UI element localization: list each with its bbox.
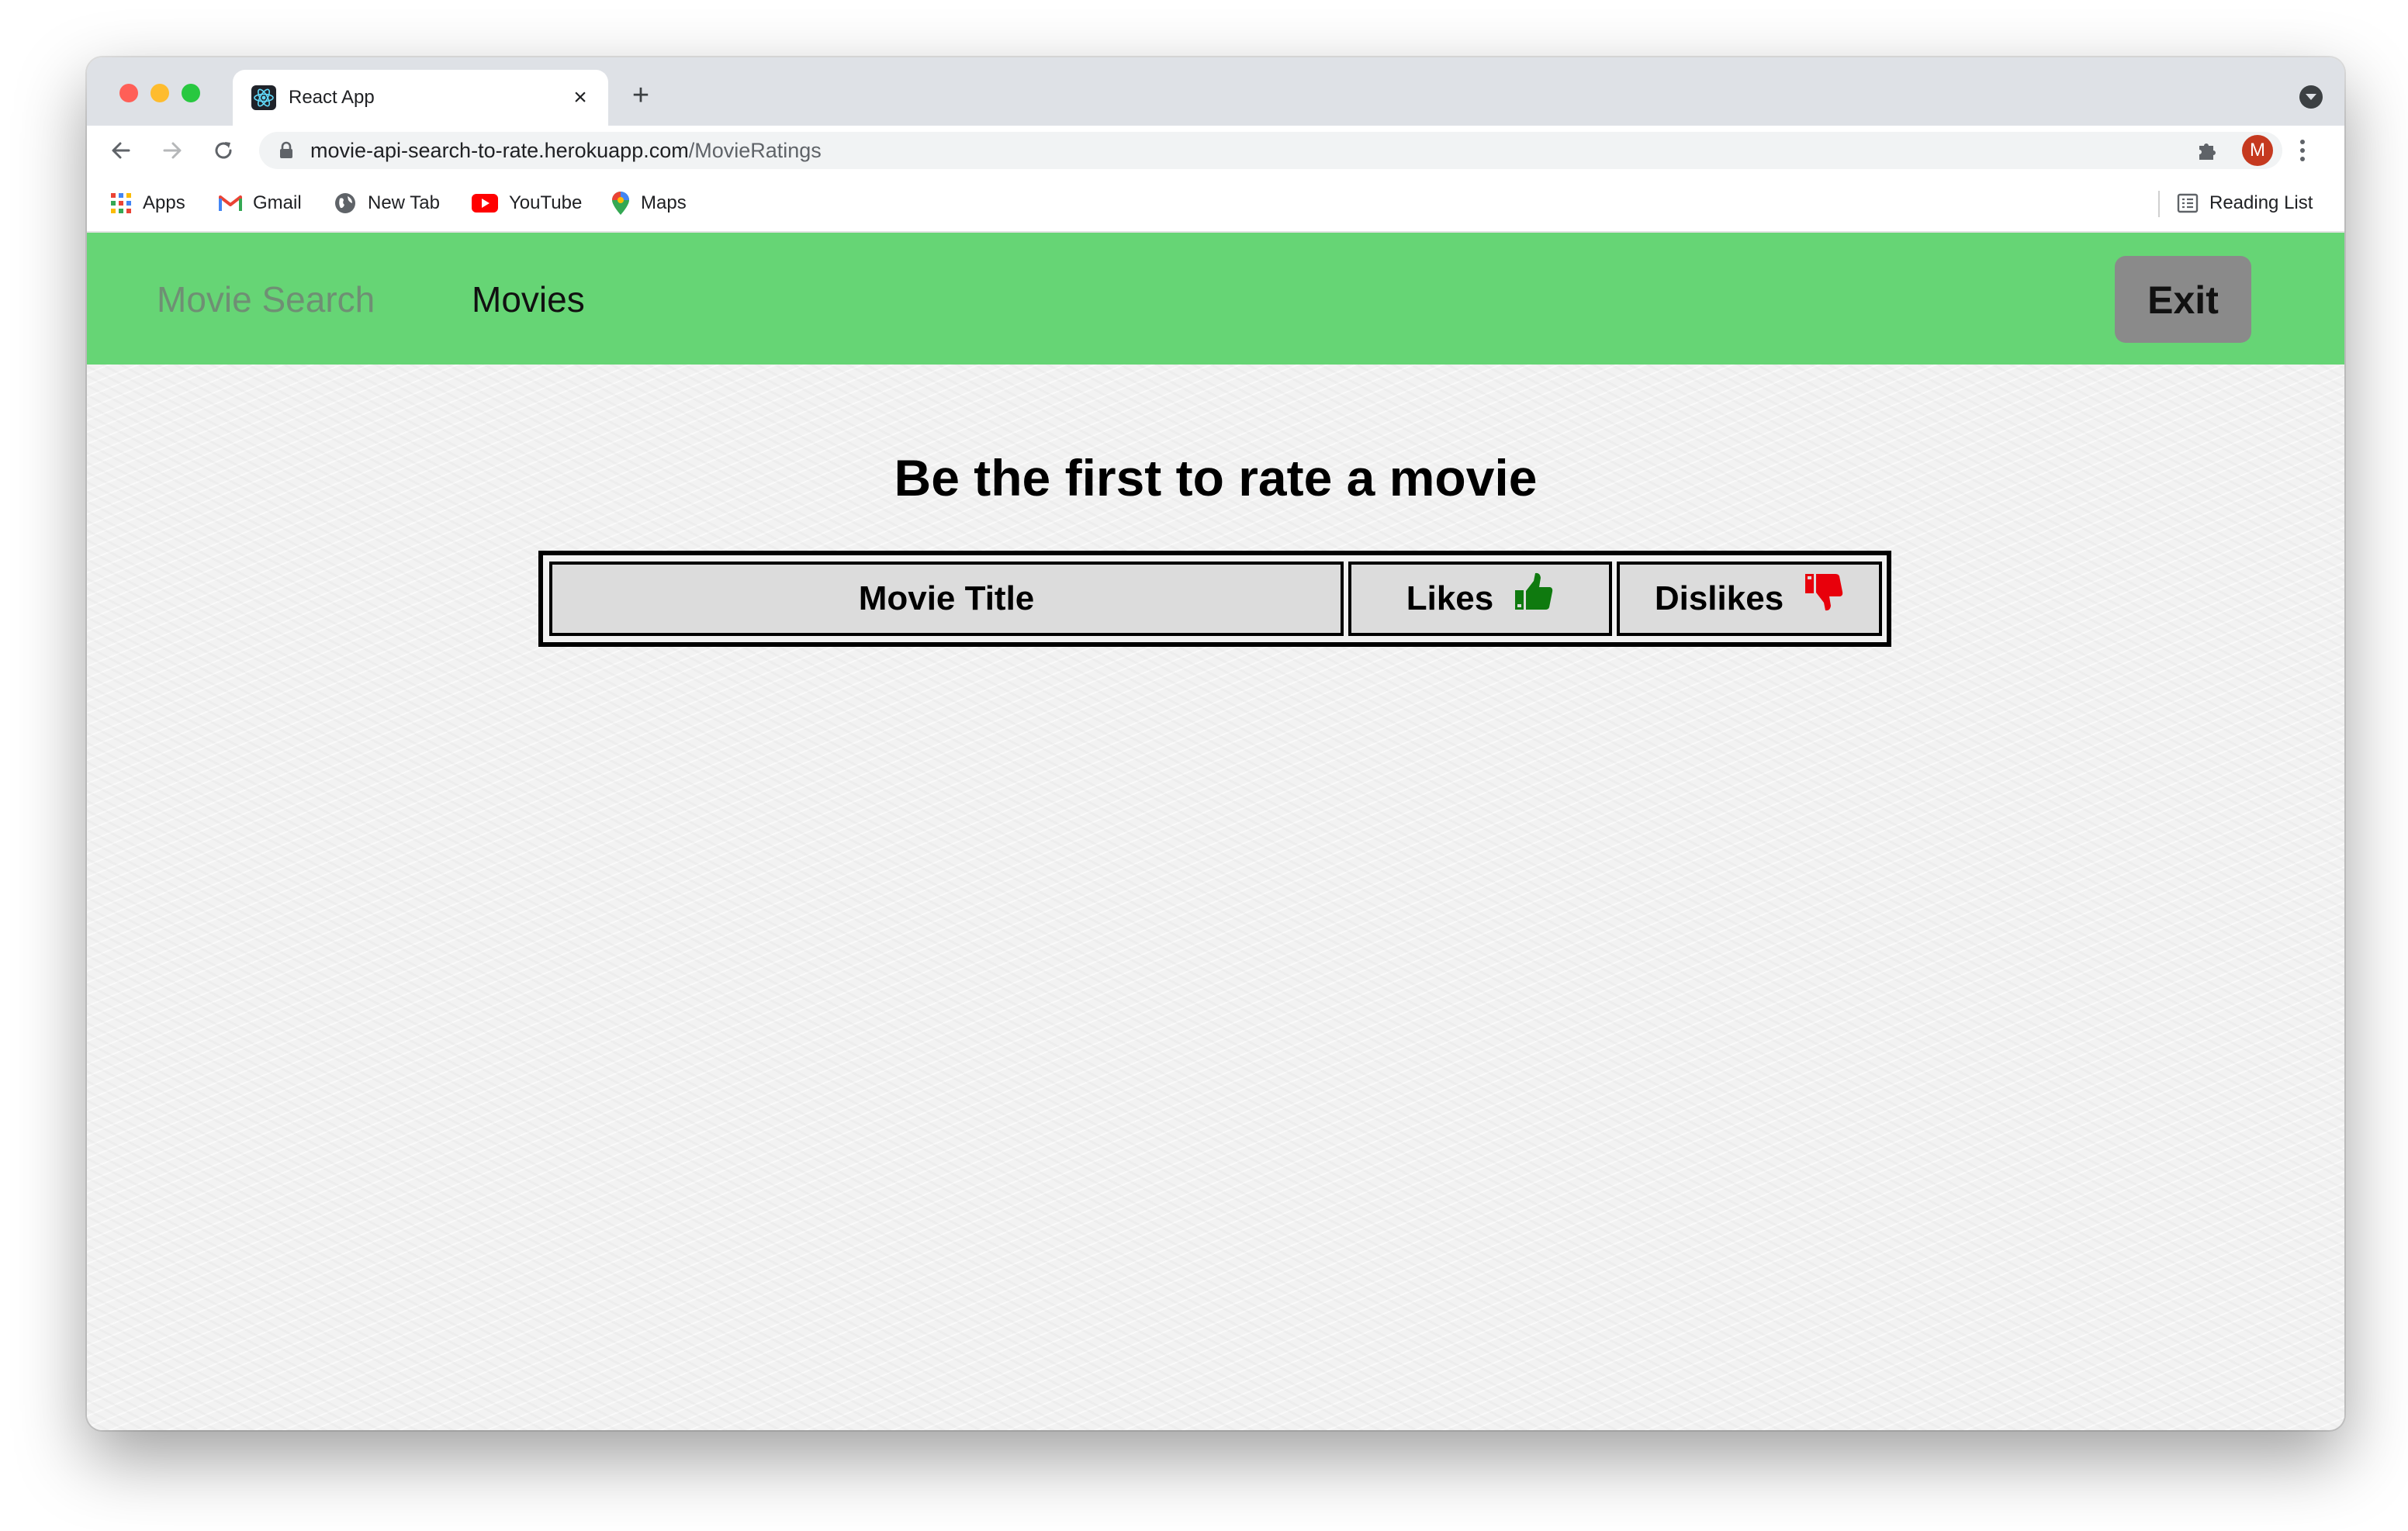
profile-avatar[interactable]: M: [2242, 135, 2273, 166]
column-header-movie-title: Movie Title: [549, 562, 1344, 636]
bookmark-maps[interactable]: Maps: [611, 189, 687, 217]
reading-list-label: Reading List: [2209, 192, 2313, 213]
tab-search-icon[interactable]: [2299, 85, 2323, 109]
bookmark-apps[interactable]: Apps: [110, 189, 185, 217]
url-host: movie-api-search-to-rate.herokuapp.com: [310, 139, 689, 162]
new-tab-button[interactable]: +: [625, 81, 656, 112]
tab-title: React App: [289, 87, 375, 108]
maps-pin-icon: [612, 192, 629, 215]
browser-toolbar: movie-api-search-to-rate.herokuapp.com/M…: [87, 126, 2344, 175]
dislikes-header-label: Dislikes: [1654, 579, 1784, 617]
bookmarks-bar: Apps Gmail New Tab YouTube Maps Reading …: [87, 175, 2344, 233]
thumbs-up-icon: [1515, 572, 1553, 610]
apps-grid-icon: [111, 193, 131, 213]
maximize-window-button[interactable]: [182, 84, 200, 102]
bookmark-youtube[interactable]: YouTube: [472, 189, 582, 217]
bookmark-new-tab-label: New Tab: [368, 192, 440, 213]
react-logo-icon: [251, 85, 276, 110]
back-arrow-icon: [112, 142, 130, 159]
url-path: /MovieRatings: [688, 139, 822, 162]
nav-movies-link[interactable]: Movies: [472, 278, 585, 321]
thumbs-down-icon: [1805, 574, 1843, 611]
bookmark-new-tab[interactable]: New Tab: [334, 189, 440, 217]
bookmark-apps-label: Apps: [143, 192, 185, 213]
back-button[interactable]: [106, 135, 137, 166]
url-text: movie-api-search-to-rate.herokuapp.com/M…: [310, 132, 822, 169]
nav-movie-search-link[interactable]: Movie Search: [157, 278, 375, 321]
reload-button[interactable]: [208, 135, 239, 166]
exit-button[interactable]: Exit: [2115, 256, 2251, 343]
address-bar[interactable]: movie-api-search-to-rate.herokuapp.com/M…: [259, 132, 2282, 169]
column-header-likes: Likes: [1348, 562, 1612, 636]
globe-icon: [335, 193, 355, 213]
bookmark-gmail[interactable]: Gmail: [219, 189, 302, 217]
browser-tab[interactable]: React App ×: [233, 70, 608, 126]
gmail-icon: [219, 195, 242, 211]
reload-icon: [215, 142, 232, 159]
minimize-window-button[interactable]: [150, 84, 169, 102]
column-header-dislikes: Dislikes: [1617, 562, 1882, 636]
lock-icon: [280, 141, 292, 158]
bookmark-gmail-label: Gmail: [253, 192, 302, 213]
browser-window: React App × + movie-api-search-to-rate.h…: [87, 57, 2344, 1430]
kebab-menu-icon[interactable]: [2299, 138, 2306, 163]
app-navbar: Movie Search Movies Exit: [87, 233, 2344, 365]
youtube-icon: [472, 194, 498, 213]
page-content: Be the first to rate a movie Movie Title…: [87, 365, 2344, 1430]
movie-title-header-label: Movie Title: [858, 579, 1035, 617]
forward-arrow-icon: [163, 142, 182, 159]
forward-button[interactable]: [157, 135, 188, 166]
bookmarks-divider: [2158, 191, 2160, 217]
ratings-table: Movie Title Likes Dislikes: [538, 551, 1891, 647]
bookmark-maps-label: Maps: [641, 192, 687, 213]
close-window-button[interactable]: [119, 84, 138, 102]
likes-header-label: Likes: [1406, 579, 1494, 617]
reading-list-button[interactable]: Reading List: [2177, 189, 2313, 217]
page-title: Be the first to rate a movie: [894, 449, 1538, 506]
extensions-puzzle-icon[interactable]: [2195, 138, 2220, 163]
bookmark-youtube-label: YouTube: [509, 192, 583, 213]
reading-list-icon: [2177, 193, 2199, 213]
tab-close-icon[interactable]: ×: [566, 84, 594, 112]
tab-strip: React App × +: [87, 57, 2344, 126]
